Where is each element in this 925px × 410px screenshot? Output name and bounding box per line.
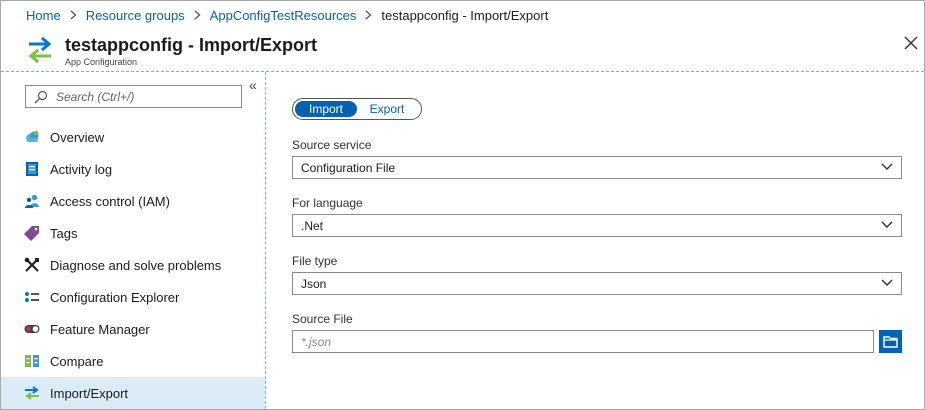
folder-icon xyxy=(883,336,898,348)
chevron-right-icon xyxy=(194,10,201,20)
import-export-arrows-icon xyxy=(26,35,54,65)
chevron-down-icon xyxy=(881,221,893,228)
configuration-list-icon xyxy=(24,289,40,305)
export-option[interactable]: Export xyxy=(357,101,417,117)
source-service-label: Source service xyxy=(292,138,372,152)
sidebar-item-label: Tags xyxy=(50,225,78,241)
page-subtitle: App Configuration xyxy=(65,57,138,67)
chevron-down-icon xyxy=(881,279,893,286)
breadcrumb-home[interactable]: Home xyxy=(26,8,61,23)
app-window: Home Resource groups AppConfigTestResour… xyxy=(0,0,925,410)
tag-icon xyxy=(24,225,40,241)
sidebar-item-compare[interactable]: Compare xyxy=(1,345,265,377)
sidebar-item-label: Compare xyxy=(50,353,104,369)
language-label: For language xyxy=(292,196,363,210)
sidebar-item-overview[interactable]: Overview xyxy=(1,121,265,153)
import-export-icon xyxy=(24,385,40,401)
sidebar-item-feature-manager[interactable]: Feature Manager xyxy=(1,313,265,345)
source-file-field[interactable] xyxy=(292,330,874,353)
sidebar-item-configuration-explorer[interactable]: Configuration Explorer xyxy=(1,281,265,313)
import-option[interactable]: Import xyxy=(295,101,357,117)
source-file-input[interactable] xyxy=(301,334,861,349)
toggle-icon xyxy=(24,321,40,337)
breadcrumb-resource-groups[interactable]: Resource groups xyxy=(86,8,185,23)
activity-log-icon xyxy=(24,161,40,177)
sidebar-item-label: Activity log xyxy=(50,161,113,177)
sidebar-search[interactable] xyxy=(25,85,242,108)
sidebar-item-label: Feature Manager xyxy=(50,321,150,337)
sidebar-item-diagnose[interactable]: Diagnose and solve problems xyxy=(1,249,265,281)
sidebar-item-tags[interactable]: Tags xyxy=(1,217,265,249)
sidebar-nav: Overview Activity log Access control (IA… xyxy=(1,121,265,409)
collapse-sidebar-button[interactable]: « xyxy=(249,78,257,92)
file-type-value: Json xyxy=(301,276,327,291)
browse-file-button[interactable] xyxy=(879,330,902,353)
sidebar-item-label: Overview xyxy=(50,129,105,145)
overview-cloud-icon xyxy=(24,129,40,145)
people-icon xyxy=(24,193,40,209)
page-title: testappconfig - Import/Export xyxy=(65,35,317,55)
blade-header: testappconfig - Import/Export App Config… xyxy=(1,29,924,72)
breadcrumb: Home Resource groups AppConfigTestResour… xyxy=(1,1,924,29)
import-export-toggle: Import Export xyxy=(292,98,422,120)
file-type-dropdown[interactable]: Json xyxy=(292,272,902,295)
sidebar-item-label: Import/Export xyxy=(50,385,129,401)
language-value: .Net xyxy=(301,218,324,233)
file-type-label: File type xyxy=(292,254,338,268)
sidebar-item-label: Configuration Explorer xyxy=(50,289,180,305)
chevron-right-icon xyxy=(365,10,372,20)
source-service-dropdown[interactable]: Configuration File xyxy=(292,156,902,179)
wrench-icon xyxy=(24,257,40,273)
breadcrumb-resource-group[interactable]: AppConfigTestResources xyxy=(210,8,357,23)
source-file-label: Source File xyxy=(292,312,353,326)
sidebar-item-label: Access control (IAM) xyxy=(50,193,170,209)
sidebar-item-label: Diagnose and solve problems xyxy=(50,257,222,273)
chevron-right-icon xyxy=(70,10,77,20)
sidebar-item-import-export[interactable]: Import/Export xyxy=(1,377,265,409)
sidebar-item-access-control[interactable]: Access control (IAM) xyxy=(1,185,265,217)
main-content: Import Export Source service Configurati… xyxy=(266,72,924,409)
chevron-down-icon xyxy=(881,163,893,170)
breadcrumb-current: testappconfig - Import/Export xyxy=(381,7,549,23)
close-icon[interactable] xyxy=(904,36,918,50)
sidebar-item-activity-log[interactable]: Activity log xyxy=(1,153,265,185)
source-service-value: Configuration File xyxy=(301,160,396,175)
compare-icon xyxy=(24,353,40,369)
language-dropdown[interactable]: .Net xyxy=(292,214,902,237)
sidebar: « Overview Activity log xyxy=(1,72,266,409)
search-icon xyxy=(34,90,48,103)
search-input[interactable] xyxy=(56,89,226,104)
